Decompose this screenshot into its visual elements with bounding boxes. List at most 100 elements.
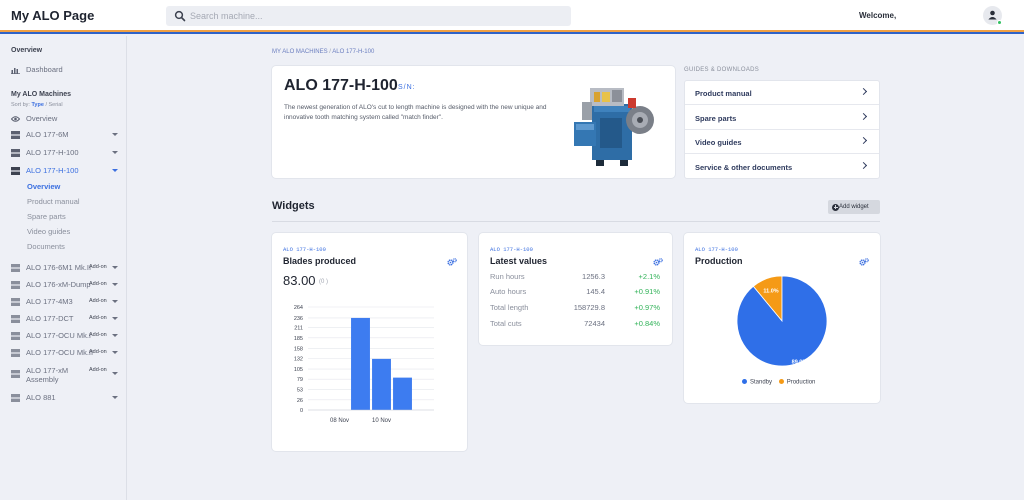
bar <box>351 317 370 410</box>
pie-legend: Standby Production <box>742 379 815 386</box>
addon-badge: Add-on <box>89 349 107 355</box>
submenu-spare-parts[interactable]: Spare parts <box>27 212 66 221</box>
machine-title: ALO 177-H-100 <box>284 77 398 94</box>
sidebar-machine-item[interactable]: ALO 177-6M <box>11 129 121 141</box>
machine-image <box>574 88 654 166</box>
y-tick-label: 53 <box>297 387 303 393</box>
sidebar-machine-item[interactable]: ALO 881 <box>11 392 121 404</box>
metric-value: 72434 <box>584 319 605 328</box>
sidebar-machine-item[interactable]: ALO 177-xM Assembly Add-on <box>11 365 121 385</box>
machine-label: ALO 177-6M <box>26 130 69 139</box>
sidebar-machine-item[interactable]: ALO 177-4M3 Add-on <box>11 296 121 308</box>
metric-name: Total length <box>490 303 529 312</box>
guide-link-label: Product manual <box>695 89 752 98</box>
widget-machine-tag: ALO 177-H-100 <box>695 246 738 253</box>
sidebar: Overview Dashboard My ALO Machines Sort … <box>0 36 127 500</box>
metric-value: 1256.3 <box>582 272 605 281</box>
sidebar-machine-item-active[interactable]: ALO 177-H-100 <box>11 165 121 177</box>
server-icon <box>11 264 20 272</box>
y-tick-label: 185 <box>294 336 303 342</box>
sidebar-machine-item[interactable]: ALO 176-xM-Dump Add-on <box>11 279 121 291</box>
dashboard-icon <box>11 68 20 74</box>
chevron-right-icon <box>859 161 868 169</box>
latest-value-row: Total cuts 72434 +0.84% <box>490 317 660 331</box>
sidebar-machine-item[interactable]: ALO 177-OCU Mk.II Add-on <box>11 347 121 359</box>
y-tick-label: 132 <box>294 357 303 363</box>
sidebar-machine-item[interactable]: ALO 177-OCU Mk.I Add-on <box>11 330 121 342</box>
eye-icon <box>11 116 20 122</box>
machine-label: ALO 177-DCT <box>26 314 74 323</box>
metric-delta: +0.91% <box>634 287 660 296</box>
chevron-down-icon[interactable] <box>112 151 118 154</box>
submenu-documents[interactable]: Documents <box>27 242 65 251</box>
search-input[interactable] <box>190 8 560 24</box>
sidebar-item-dashboard[interactable]: Dashboard <box>11 64 121 76</box>
y-tick-label: 0 <box>300 408 303 414</box>
latest-value-row: Run hours 1256.3 +2.1% <box>490 270 660 284</box>
sidebar-machine-item[interactable]: ALO 177-DCT Add-on <box>11 313 121 325</box>
chevron-down-icon[interactable] <box>112 334 118 337</box>
guide-link-spare-parts[interactable]: Spare parts <box>685 106 879 130</box>
submenu-video-guides[interactable]: Video guides <box>27 227 70 236</box>
y-tick-label: 79 <box>297 377 303 383</box>
settings-icon[interactable] <box>859 258 869 266</box>
metric-delta: +0.84% <box>634 319 660 328</box>
addon-badge: Add-on <box>89 281 107 287</box>
chevron-down-icon[interactable] <box>112 266 118 269</box>
addon-badge: Add-on <box>89 315 107 321</box>
y-tick-label: 26 <box>297 398 303 404</box>
addon-badge: Add-on <box>89 367 107 373</box>
chevron-down-icon[interactable] <box>112 351 118 354</box>
submenu-product-manual[interactable]: Product manual <box>27 197 80 206</box>
search-box[interactable] <box>166 6 571 26</box>
metric-name: Auto hours <box>490 287 527 296</box>
guide-link-label: Service & other documents <box>695 162 793 172</box>
sort-by-label: Sort by: <box>11 102 30 108</box>
blades-produced-unit: (0 ) <box>319 279 328 285</box>
production-widget: ALO 177-H-100 Production 11.0% 89.0% Stan… <box>684 233 880 403</box>
add-widget-button[interactable]: Add widget <box>828 200 880 214</box>
widget-title: Production <box>695 256 743 266</box>
pie-label-standby: 89.0% <box>792 359 808 365</box>
sidebar-machine-item[interactable]: ALO 177-H-100 <box>11 147 121 159</box>
user-avatar[interactable] <box>983 6 1002 25</box>
brand-title[interactable]: My ALO Page <box>11 8 94 23</box>
settings-icon[interactable] <box>653 258 663 266</box>
machine-label-line2: Assembly <box>26 375 59 384</box>
submenu-overview[interactable]: Overview <box>27 182 60 191</box>
chevron-down-icon[interactable] <box>112 169 118 172</box>
production-pie-chart: 11.0% 89.0% <box>736 275 828 367</box>
sort-type-link[interactable]: Type <box>31 102 43 108</box>
latest-values-widget: ALO 177-H-100 Latest values Run hours 12… <box>479 233 672 345</box>
metric-value: 145.4 <box>586 287 605 296</box>
guide-link-video-guides[interactable]: Video guides <box>685 130 879 154</box>
search-icon <box>174 10 186 22</box>
sidebar-machines-heading: My ALO Machines <box>11 91 72 98</box>
machine-label: ALO 177-H-100 <box>26 166 79 175</box>
chevron-down-icon[interactable] <box>112 372 118 375</box>
server-icon <box>11 131 20 139</box>
chevron-down-icon[interactable] <box>112 133 118 136</box>
chevron-down-icon[interactable] <box>112 283 118 286</box>
guide-link-product-manual[interactable]: Product manual <box>685 81 879 105</box>
widgets-divider <box>272 221 880 222</box>
machine-label: ALO 176-6M1 Mk.II <box>26 263 92 272</box>
sidebar-machine-item[interactable]: ALO 176-6M1 Mk.II Add-on <box>11 262 121 274</box>
breadcrumb-root[interactable]: MY ALO MACHINES <box>272 49 328 55</box>
metric-name: Total cuts <box>490 319 522 328</box>
settings-icon[interactable] <box>447 258 457 266</box>
widget-machine-tag: ALO 177-H-100 <box>283 246 326 253</box>
chevron-right-icon <box>859 112 868 120</box>
breadcrumb-current[interactable]: ALO 177-H-100 <box>332 49 374 55</box>
machine-label: ALO 881 <box>26 393 56 402</box>
sort-serial-link[interactable]: Serial <box>49 102 63 108</box>
guide-link-service-documents[interactable]: Service & other documents <box>685 155 879 179</box>
machine-hero-card: ALO 177-H-100 S/N: The newest generation… <box>272 66 675 178</box>
addon-badge: Add-on <box>89 298 107 304</box>
sidebar-item-overview[interactable]: Overview <box>11 113 121 125</box>
chevron-down-icon[interactable] <box>112 300 118 303</box>
chevron-down-icon[interactable] <box>112 396 118 399</box>
blades-bar-chart: 0 26 53 79 105 132 158 185 211 236 264 08 Nov 10 Nov <box>294 305 434 424</box>
machine-label: ALO 177-OCU Mk.I <box>26 331 92 340</box>
chevron-down-icon[interactable] <box>112 317 118 320</box>
